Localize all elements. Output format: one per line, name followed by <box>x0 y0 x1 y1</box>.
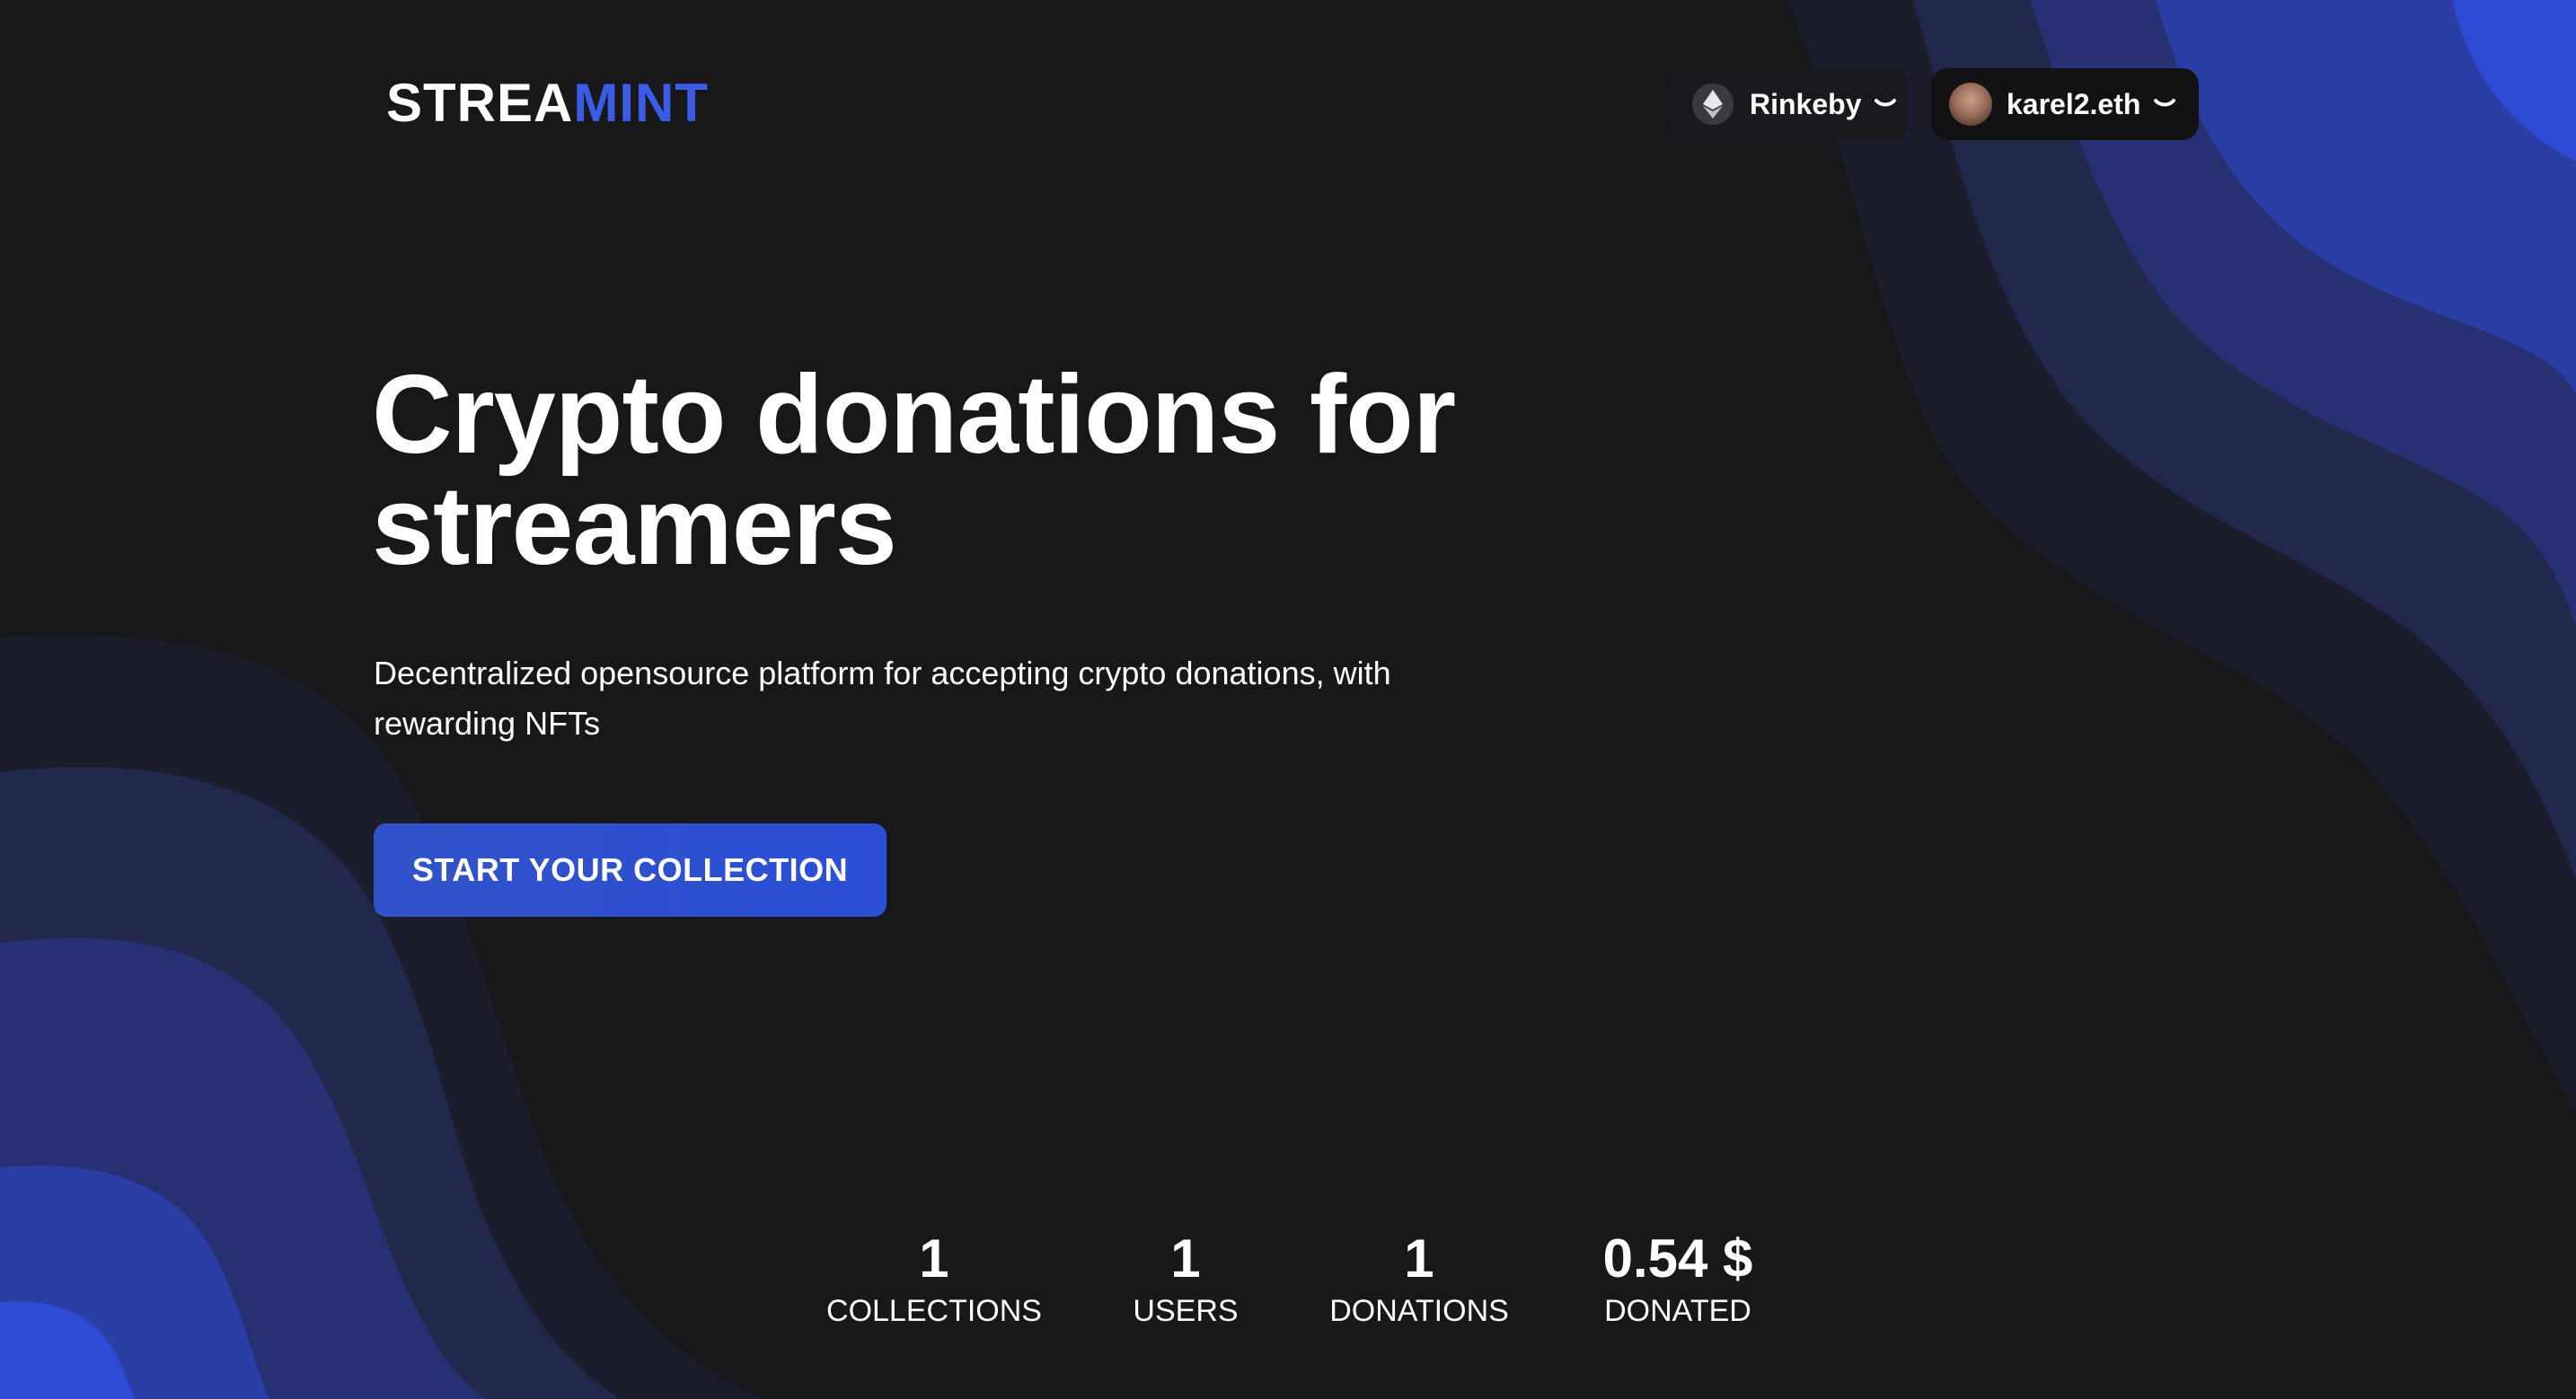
logo[interactable]: STREAMINT <box>386 72 709 135</box>
network-selector[interactable]: Rinkeby <box>1672 68 1908 140</box>
stat-users: 1 USERS <box>1133 1230 1238 1331</box>
account-label: karel2.eth <box>2007 87 2141 120</box>
network-label: Rinkeby <box>1750 87 1862 120</box>
stats-bar: 1 COLLECTIONS 1 USERS 1 DONATIONS 0.54 $… <box>0 1230 2576 1338</box>
start-collection-button[interactable]: START YOUR COLLECTION <box>374 823 887 917</box>
stat-value: 1 <box>1404 1228 1434 1289</box>
account-menu[interactable]: karel2.eth <box>1931 68 2199 140</box>
stat-value: 1 <box>919 1228 949 1289</box>
logo-text-accent: MINT <box>573 73 709 133</box>
stat-donated: 0.54 $ DONATED <box>1603 1230 1753 1331</box>
stat-value: 1 <box>1170 1228 1201 1289</box>
stat-label: DONATED <box>1604 1294 1751 1328</box>
stat-label: USERS <box>1133 1294 1239 1328</box>
stat-value: 0.54 $ <box>1602 1228 1753 1289</box>
stat-label: COLLECTIONS <box>826 1294 1042 1328</box>
hero-title: Crypto donations for streamers <box>372 353 1456 588</box>
avatar <box>1949 83 1992 126</box>
landing-page: STREAMINT Rinkeby karel2.eth Crypto dona… <box>0 0 2576 1399</box>
stat-donations: 1 DONATIONS <box>1329 1230 1509 1331</box>
stat-label: DONATIONS <box>1329 1294 1509 1328</box>
logo-text-primary: STREA <box>386 73 574 133</box>
stat-collections: 1 COLLECTIONS <box>826 1230 1042 1331</box>
chevron-down-icon <box>2154 99 2176 107</box>
ethereum-icon <box>1692 84 1734 125</box>
hero-subtitle: Decentralized opensource platform for ac… <box>374 655 1391 742</box>
chevron-down-icon <box>1875 99 1897 107</box>
